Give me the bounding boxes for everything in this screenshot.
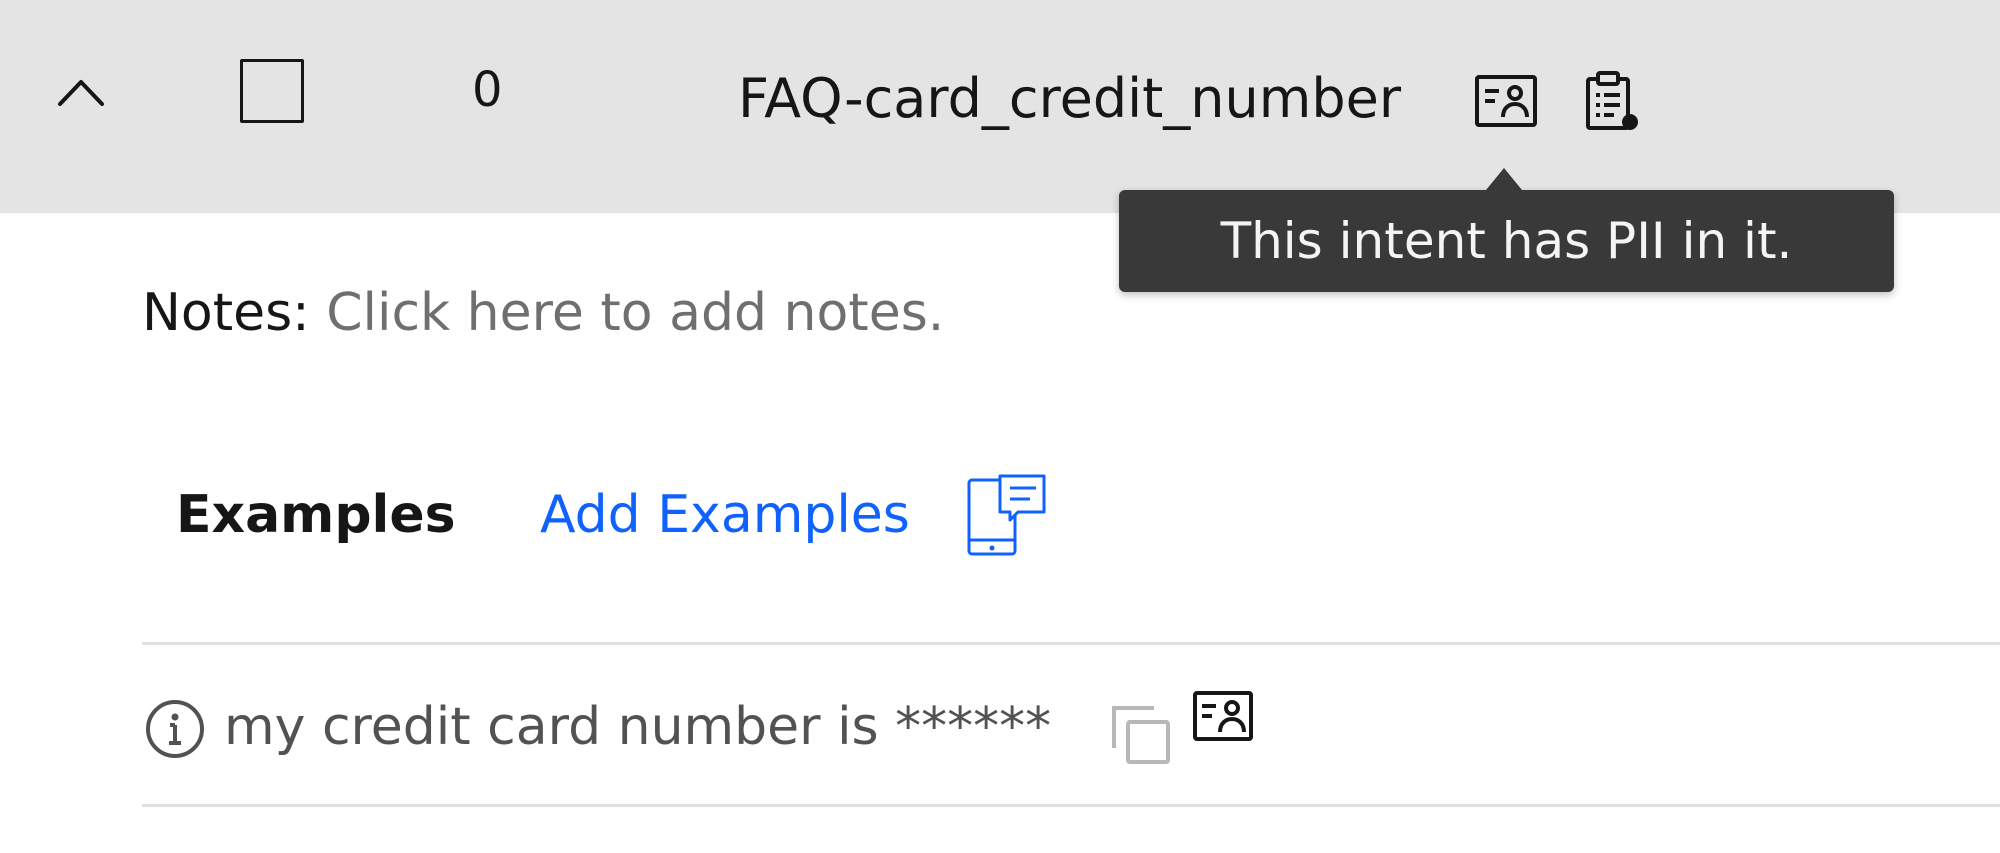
chevron-up-icon[interactable]	[56, 72, 106, 112]
intent-name[interactable]: FAQ-card_credit_number	[738, 68, 1401, 130]
examples-divider	[142, 642, 2000, 645]
mobile-chat-icon[interactable]	[966, 472, 1048, 558]
id-card-icon[interactable]	[1474, 74, 1538, 128]
id-card-icon[interactable]	[1192, 690, 1254, 742]
copy-icon[interactable]	[1110, 704, 1174, 766]
notes-section: Notes: Click here to add notes.	[142, 282, 944, 344]
pii-tooltip: This intent has PII in it.	[1119, 190, 1894, 292]
header-row-edge	[0, 200, 175, 213]
example-item-text: my credit card number is ******	[224, 697, 1052, 757]
example-row-divider	[142, 804, 2000, 807]
add-examples-link[interactable]: Add Examples	[540, 484, 910, 546]
clipboard-notification-icon[interactable]	[1584, 70, 1640, 132]
example-count: 0	[472, 62, 503, 118]
information-icon[interactable]	[144, 698, 206, 760]
notes-input[interactable]: Click here to add notes.	[326, 283, 944, 343]
examples-heading: Examples	[176, 485, 456, 545]
notes-label: Notes:	[142, 283, 310, 343]
tooltip-caret	[1486, 168, 1522, 190]
select-intent-checkbox[interactable]	[240, 59, 304, 123]
